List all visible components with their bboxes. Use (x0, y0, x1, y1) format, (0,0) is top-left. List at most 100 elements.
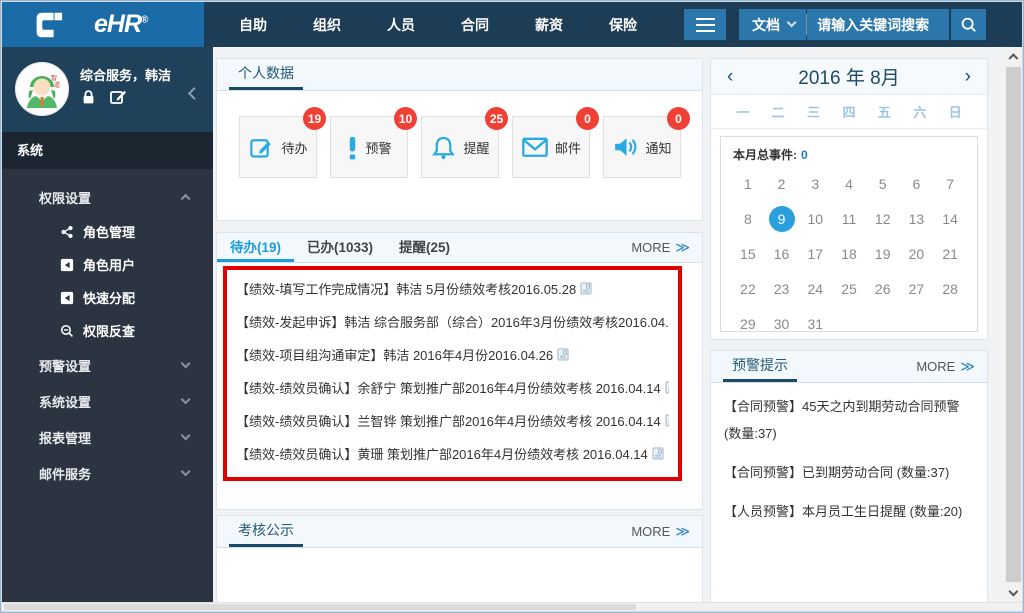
nav-item[interactable]: 薪资 (512, 2, 586, 48)
calendar-day[interactable]: 24 (802, 276, 828, 302)
calendar-day[interactable]: 15 (735, 241, 761, 267)
calendar-body: 本月总事件: 0 1 2 3 4 5 6 7 8 9 10 11 12 13 14 15 16 17 18 19 20 2… (720, 136, 978, 332)
calendar-day[interactable]: 25 (836, 276, 862, 302)
calendar-day[interactable]: 2 (769, 171, 795, 197)
panel-title: 个人数据 (229, 57, 303, 90)
alert-item[interactable]: 【人员预警】本月员工生日提醒 (数量:20) (724, 498, 974, 525)
search-scope-dropdown[interactable]: 文档 (739, 9, 807, 40)
calendar-day[interactable]: 11 (836, 206, 862, 232)
todo-list-highlighted: 【绩效-填写工作完成情况】韩洁 5月份绩效考核2016.05.28 【绩效-发起… (223, 266, 682, 481)
calendar-day[interactable]: 3 (802, 171, 828, 197)
sidebar-item-mail-service[interactable]: 邮件服务 (2, 455, 213, 491)
sidebar-item-report-management[interactable]: 报表管理 (2, 419, 213, 455)
calendar-day[interactable]: 26 (870, 276, 896, 302)
calendar-day[interactable]: 10 (802, 206, 828, 232)
calendar-day[interactable]: 16 (769, 241, 795, 267)
todo-item[interactable]: 【绩效-填写工作完成情况】韩洁 5月份绩效考核2016.05.28 (236, 273, 669, 306)
share-square-icon (60, 291, 74, 305)
more-button[interactable]: MORE ≫ (916, 358, 975, 375)
chevron-down-icon (786, 17, 797, 29)
calendar-next-button[interactable]: › (965, 67, 971, 86)
mail-button[interactable]: 邮件 0 (512, 107, 599, 178)
alert-button[interactable]: 预警 10 (330, 107, 417, 178)
menu-toggle-button[interactable] (684, 9, 726, 40)
calendar-day[interactable]: 6 (903, 171, 929, 197)
calendar-day[interactable]: 31 (802, 311, 828, 337)
calendar-day[interactable]: 30 (769, 311, 795, 337)
nav-item[interactable]: 自助 (216, 2, 290, 48)
todo-item[interactable]: 【绩效-绩效员确认】黄珊 策划推广部2016年4月份绩效考核 2016.04.1… (236, 438, 669, 471)
count-badge: 10 (394, 107, 417, 130)
tab-done[interactable]: 已办(1033) (294, 233, 386, 262)
todo-item[interactable]: 【绩效-项目组沟通审定】韩洁 2016年4月份2016.04.26 (236, 339, 669, 372)
share-square-icon (60, 258, 74, 272)
calendar-day[interactable]: 23 (769, 276, 795, 302)
calendar-day[interactable]: 7 (937, 171, 963, 197)
weekday-label: 五 (877, 105, 891, 120)
alert-item[interactable]: 【合同预警】45天之内到期劳动合同预警 (数量:37) (724, 393, 974, 447)
tab-todo[interactable]: 待办(19) (217, 233, 295, 262)
more-button[interactable]: MORE ≫ (631, 239, 690, 256)
calendar-day[interactable]: 12 (870, 206, 896, 232)
search-button[interactable] (951, 9, 987, 40)
calendar-day[interactable]: 13 (903, 206, 929, 232)
reminder-button[interactable]: 提醒 25 (421, 107, 508, 178)
alert-item[interactable]: 【合同预警】已到期劳动合同 (数量:37) (724, 459, 974, 486)
document-icon (652, 447, 664, 460)
calendar-day[interactable]: 20 (903, 241, 929, 267)
panel-header: 考核公示 MORE ≫ (217, 516, 702, 548)
avatar[interactable]: 智 道 (15, 62, 69, 116)
todo-item[interactable]: 【绩效-绩效员确认】兰智铧 策划推广部2016年4月份绩效考核 2016.04.… (236, 405, 669, 438)
calendar-day[interactable]: 18 (836, 241, 862, 267)
search-input[interactable] (807, 9, 950, 40)
calendar-day[interactable]: 1 (735, 171, 761, 197)
edit-icon[interactable] (110, 89, 127, 105)
alert-list: 【合同预警】45天之内到期劳动合同预警 (数量:37) 【合同预警】已到期劳动合同… (711, 383, 987, 547)
sidebar-item-role-management[interactable]: 角色管理 (2, 215, 213, 248)
scrollbar-thumb[interactable] (4, 604, 637, 610)
nav-item[interactable]: 人员 (364, 2, 438, 48)
calendar-day[interactable]: 21 (937, 241, 963, 267)
calendar-day[interactable]: 29 (735, 311, 761, 337)
sidebar-item-alert-settings[interactable]: 预警设置 (2, 347, 213, 383)
calendar-day[interactable]: 9 (768, 206, 795, 232)
personal-data-panel: 个人数据 待办 19 预警 10 提醒 25 邮件 0 通知 0 (216, 58, 703, 221)
more-button[interactable]: MORE ≫ (631, 523, 690, 540)
vertical-scrollbar[interactable] (1005, 47, 1022, 602)
calendar-day[interactable]: 17 (802, 241, 828, 267)
sidebar-item-quick-assign[interactable]: 快速分配 (2, 281, 213, 314)
calendar-day[interactable]: 28 (937, 276, 963, 302)
document-icon (557, 348, 569, 361)
nav-item[interactable]: 组织 (290, 2, 364, 48)
calendar-day[interactable]: 22 (735, 276, 761, 302)
calendar-day[interactable]: 14 (937, 206, 963, 232)
sidebar-item-permission-lookup[interactable]: 权限反查 (2, 314, 213, 347)
calendar-day[interactable]: 19 (870, 241, 896, 267)
calendar-title: 2016 年 8月 (798, 68, 900, 89)
todo-item[interactable]: 【绩效-绩效员确认】余舒宁 策划推广部2016年4月份绩效考核 2016.04.… (236, 372, 669, 405)
stat-buttons-row: 待办 19 预警 10 提醒 25 邮件 0 通知 0 (217, 91, 702, 178)
sidebar-item-system-settings[interactable]: 系统设置 (2, 383, 213, 419)
nav-item[interactable]: 保险 (586, 2, 660, 48)
tab-reminders[interactable]: 提醒(25) (386, 233, 463, 262)
calendar-day[interactable]: 5 (870, 171, 896, 197)
chevron-down-icon (180, 466, 191, 477)
sidebar-item-role-users[interactable]: 角色用户 (2, 248, 213, 281)
app-logo[interactable]: eHR® (2, 2, 204, 47)
todo-button[interactable]: 待办 19 (239, 107, 326, 178)
scroll-up-icon[interactable] (1005, 48, 1022, 65)
sidebar-collapse-button[interactable] (188, 85, 201, 103)
nav-item[interactable]: 合同 (438, 2, 512, 48)
sidebar-item-permissions[interactable]: 权限设置 (2, 179, 213, 215)
calendar-day[interactable]: 8 (735, 206, 761, 232)
todo-item[interactable]: 【绩效-发起申诉】韩洁 综合服务部（综合）2016年3月份绩效考核2016.04… (236, 306, 669, 339)
todo-item-text: 【绩效-发起申诉】韩洁 综合服务部（综合）2016年3月份绩效考核2016.04… (236, 315, 669, 330)
horizontal-scrollbar[interactable] (2, 602, 1022, 611)
sidebar-item-label: 邮件服务 (39, 466, 92, 482)
scrollbar-thumb[interactable] (1006, 67, 1021, 582)
scroll-down-icon[interactable] (1005, 584, 1022, 601)
notice-button[interactable]: 通知 0 (603, 107, 690, 178)
calendar-day[interactable]: 27 (903, 276, 929, 302)
calendar-day[interactable]: 4 (836, 171, 862, 197)
lock-icon[interactable] (81, 89, 96, 105)
